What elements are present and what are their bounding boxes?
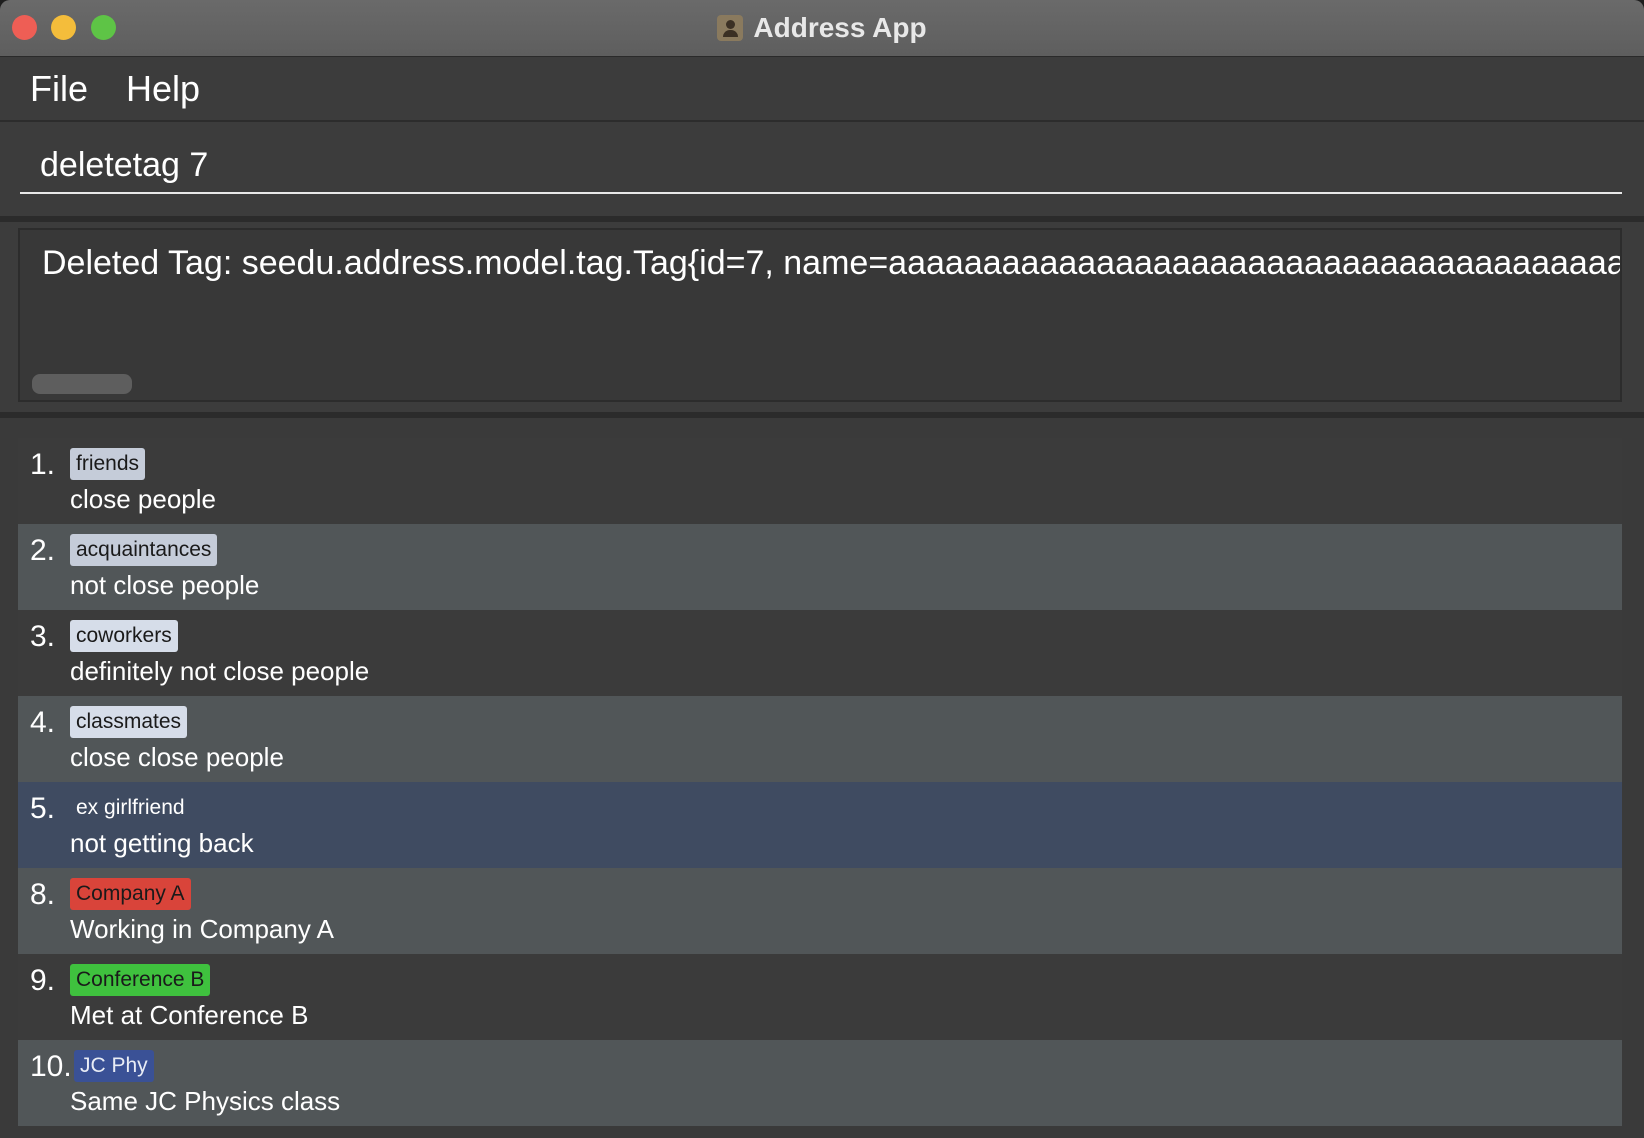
app-window: Address App File Help Deleted Tag: seedu… — [0, 0, 1644, 1138]
tag-list-item[interactable]: 1. friends close people — [18, 438, 1622, 524]
tag-list-item[interactable]: 4. classmates close close people — [18, 696, 1622, 782]
tag-label: Conference B — [70, 964, 211, 996]
tag-label: JC Phy — [74, 1050, 154, 1082]
tag-description: close close people — [70, 742, 284, 772]
result-text-area[interactable]: Deleted Tag: seedu.address.model.tag.Tag… — [18, 228, 1622, 402]
tag-list-item[interactable]: 9. Conference B Met at Conference B — [18, 954, 1622, 1040]
tag-label: classmates — [70, 706, 188, 738]
tag-index: 3. — [30, 620, 56, 653]
window-title: Address App — [753, 12, 927, 43]
tag-label: friends — [70, 448, 146, 480]
tag-list[interactable]: 1. friends close people 2. acquaintances not … — [18, 438, 1622, 1126]
tag-list-item[interactable]: 5. ex girlfriend not getting back — [18, 782, 1622, 868]
tag-index: 5. — [30, 792, 56, 825]
result-display: Deleted Tag: seedu.address.model.tag.Tag… — [0, 222, 1644, 418]
tag-description: Met at Conference B — [70, 1000, 309, 1030]
tag-description: not close people — [70, 570, 260, 600]
title-group: Address App — [0, 0, 1644, 56]
menu-help[interactable]: Help — [126, 68, 200, 110]
tag-index: 1. — [30, 448, 56, 481]
title-bar[interactable]: Address App — [0, 0, 1644, 57]
tag-description: Working in Company A — [70, 914, 334, 944]
tag-list-item[interactable]: 2. acquaintances not close people — [18, 524, 1622, 610]
tag-description: close people — [70, 484, 216, 514]
tag-index: 10. — [30, 1050, 72, 1083]
horizontal-scrollbar-thumb[interactable] — [32, 374, 132, 394]
tag-description: Same JC Physics class — [70, 1086, 341, 1116]
tag-index: 2. — [30, 534, 56, 567]
tag-label: acquaintances — [70, 534, 218, 566]
tag-list-panel: 1. friends close people 2. acquaintances not … — [0, 418, 1644, 1138]
tag-list-item[interactable]: 3. coworkers definitely not close people — [18, 610, 1622, 696]
result-message: Deleted Tag: seedu.address.model.tag.Tag… — [42, 244, 1622, 282]
tag-description: definitely not close people — [70, 656, 370, 686]
menu-file[interactable]: File — [30, 68, 88, 110]
tag-description: not getting back — [70, 828, 254, 858]
tag-index: 4. — [30, 706, 56, 739]
address-book-icon — [717, 15, 744, 41]
tag-list-item[interactable]: 8. Company A Working in Company A — [18, 868, 1622, 954]
command-input[interactable] — [20, 138, 1622, 194]
tag-label: ex girlfriend — [76, 796, 185, 819]
command-box — [0, 122, 1644, 222]
tag-label: coworkers — [70, 620, 178, 652]
tag-index: 8. — [30, 878, 56, 911]
tag-label: Company A — [70, 878, 191, 910]
tag-list-item[interactable]: 10. JC Phy Same JC Physics class — [18, 1040, 1622, 1126]
tag-index: 9. — [30, 964, 56, 997]
menu-bar: File Help — [0, 57, 1644, 122]
